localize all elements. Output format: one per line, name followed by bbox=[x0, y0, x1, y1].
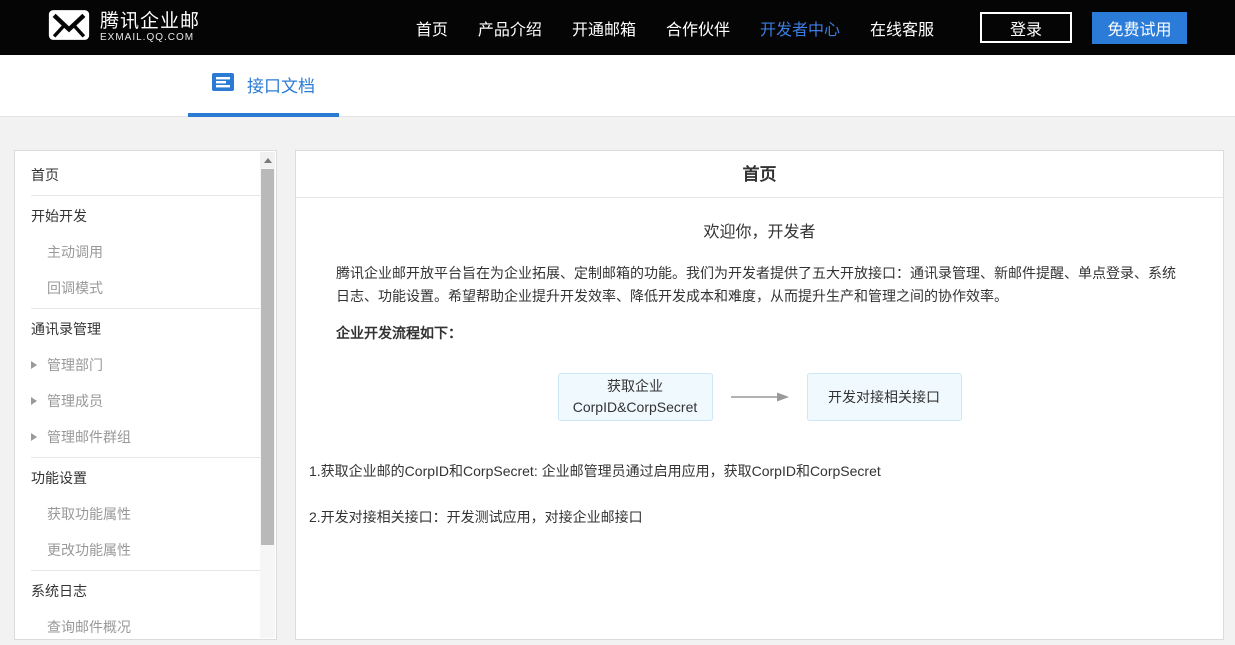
free-trial-button[interactable]: 免费试用 bbox=[1092, 12, 1187, 44]
sidebar-item-label: 管理成员 bbox=[47, 393, 103, 409]
intro-paragraph: 腾讯企业邮开放平台旨在为企业拓展、定制邮箱的功能。我们为开发者提供了五大开放接口… bbox=[336, 262, 1181, 308]
expand-arrow-icon[interactable] bbox=[31, 433, 37, 441]
logo-title: 腾讯企业邮 bbox=[100, 12, 200, 32]
top-header: 腾讯企业邮 EXMAIL.QQ.COM 首页 产品介绍 开通邮箱 合作伙伴 开发… bbox=[0, 0, 1235, 55]
logo-subtitle: EXMAIL.QQ.COM bbox=[100, 32, 200, 43]
dev-flow-diagram: 获取企业 CorpID&CorpSecret 开发对接相关接口 bbox=[296, 373, 1223, 421]
main-nav: 首页 产品介绍 开通邮箱 合作伙伴 开发者中心 在线客服 bbox=[416, 16, 934, 40]
step-2-text: 2.开发对接相关接口：开发测试应用，对接企业邮接口 bbox=[309, 507, 1183, 527]
flow-step-1-line1: 获取企业 bbox=[559, 376, 712, 397]
nav-item-developer-center[interactable]: 开发者中心 bbox=[760, 16, 840, 40]
login-button[interactable]: 登录 bbox=[980, 12, 1072, 43]
docs-content-panel: 首页 欢迎你，开发者 腾讯企业邮开放平台旨在为企业拓展、定制邮箱的功能。我们为开… bbox=[295, 150, 1224, 640]
nav-item-home[interactable]: 首页 bbox=[416, 16, 448, 40]
nav-item-open-mailbox[interactable]: 开通邮箱 bbox=[572, 16, 636, 40]
tab-api-docs-label: 接口文档 bbox=[247, 72, 315, 97]
flow-step-2-box: 开发对接相关接口 bbox=[807, 373, 962, 421]
flow-step-1-line2: CorpID&CorpSecret bbox=[559, 397, 712, 418]
sidebar-item-system-log[interactable]: 系统日志 bbox=[15, 573, 276, 609]
expand-arrow-icon[interactable] bbox=[31, 361, 37, 369]
nav-item-partners[interactable]: 合作伙伴 bbox=[666, 16, 730, 40]
sidebar-divider bbox=[31, 457, 261, 458]
up-arrow-icon bbox=[264, 158, 272, 163]
sidebar-item-change-feature-attrs[interactable]: 更改功能属性 bbox=[15, 532, 276, 568]
scrollbar-thumb[interactable] bbox=[261, 169, 274, 545]
sidebar-item-manage-mail-groups[interactable]: 管理邮件群组 bbox=[15, 419, 276, 455]
sidebar-divider bbox=[31, 195, 261, 196]
step-1-text: 1.获取企业邮的CorpID和CorpSecret: 企业邮管理员通过启用应用，… bbox=[309, 461, 1183, 481]
sidebar-divider bbox=[31, 570, 261, 571]
nav-item-products[interactable]: 产品介绍 bbox=[478, 16, 542, 40]
envelope-m-icon bbox=[48, 7, 90, 48]
sidebar-item-manage-members[interactable]: 管理成员 bbox=[15, 383, 276, 419]
tab-api-docs[interactable]: 接口文档 bbox=[188, 55, 339, 117]
sidebar-item-manage-departments[interactable]: 管理部门 bbox=[15, 347, 276, 383]
sidebar-divider bbox=[31, 308, 261, 309]
expand-arrow-icon[interactable] bbox=[31, 397, 37, 405]
docs-sidebar: 首页 开始开发 主动调用 回调模式 通讯录管理 管理部门 管理成员 管理邮件群组… bbox=[14, 150, 277, 640]
logo-text: 腾讯企业邮 EXMAIL.QQ.COM bbox=[100, 12, 200, 43]
document-lines-icon bbox=[212, 73, 234, 96]
sidebar-scrollbar[interactable] bbox=[260, 152, 275, 638]
sidebar-item-active-call[interactable]: 主动调用 bbox=[15, 234, 276, 270]
flow-step-1-box: 获取企业 CorpID&CorpSecret bbox=[558, 373, 713, 421]
sidebar-menu: 首页 开始开发 主动调用 回调模式 通讯录管理 管理部门 管理成员 管理邮件群组… bbox=[15, 151, 276, 645]
exmail-logo[interactable]: 腾讯企业邮 EXMAIL.QQ.COM bbox=[48, 7, 200, 48]
sidebar-item-get-feature-attrs[interactable]: 获取功能属性 bbox=[15, 496, 276, 532]
right-arrow-icon bbox=[731, 391, 789, 403]
sidebar-item-start-dev[interactable]: 开始开发 bbox=[15, 198, 276, 234]
header-actions: 登录 免费试用 bbox=[980, 12, 1187, 44]
sidebar-item-contacts-mgmt[interactable]: 通讯录管理 bbox=[15, 311, 276, 347]
flow-step-2-label: 开发对接相关接口 bbox=[808, 387, 961, 408]
flow-heading: 企业开发流程如下： bbox=[336, 322, 1183, 345]
sidebar-item-label: 管理部门 bbox=[47, 357, 103, 373]
scroll-up-button[interactable] bbox=[260, 152, 275, 168]
nav-item-online-support[interactable]: 在线客服 bbox=[870, 16, 934, 40]
sidebar-item-feature-settings[interactable]: 功能设置 bbox=[15, 460, 276, 496]
sidebar-item-query-mail-overview[interactable]: 查询邮件概况 bbox=[15, 609, 276, 645]
page-title: 首页 bbox=[296, 151, 1223, 198]
welcome-text: 欢迎你，开发者 bbox=[296, 222, 1223, 244]
secondary-tabbar: 接口文档 bbox=[0, 55, 1235, 117]
sidebar-item-home[interactable]: 首页 bbox=[15, 157, 276, 193]
sidebar-item-callback-mode[interactable]: 回调模式 bbox=[15, 270, 276, 306]
sidebar-item-label: 管理邮件群组 bbox=[47, 429, 131, 445]
